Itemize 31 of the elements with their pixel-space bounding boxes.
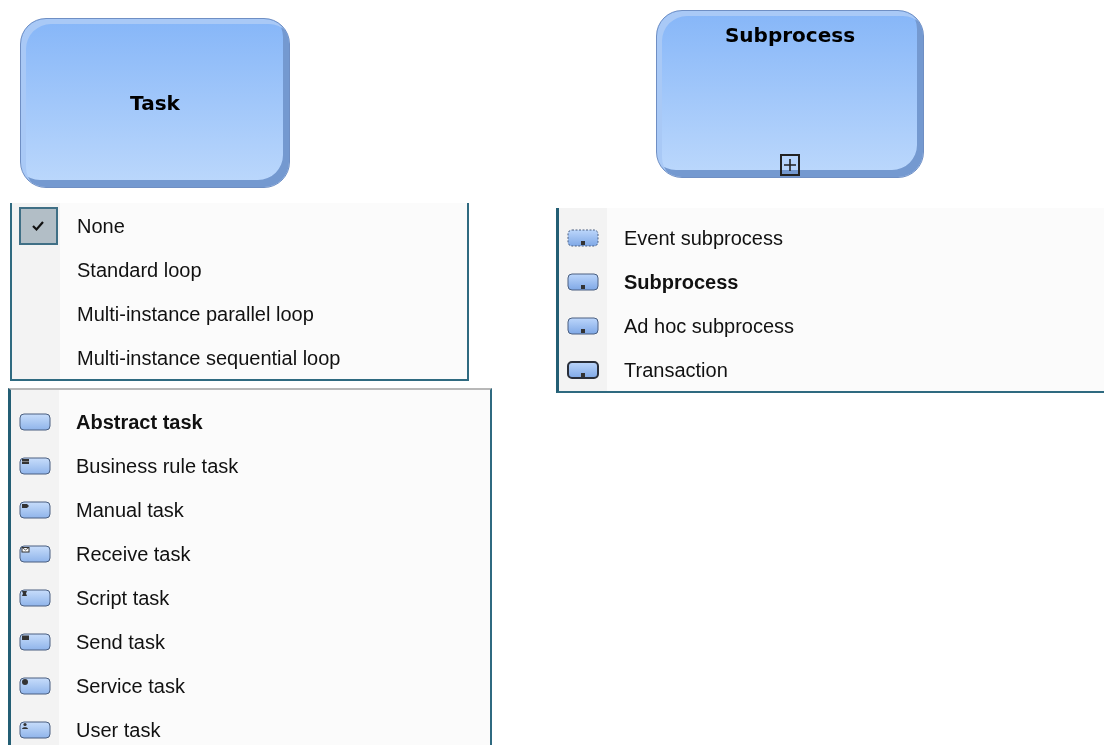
subprocess-shape-icon: [567, 229, 599, 247]
shape-label: Subprocess: [724, 23, 856, 47]
expand-marker-icon[interactable]: [780, 154, 800, 176]
menu-item[interactable]: None: [77, 214, 125, 238]
task-shape-icon: [19, 589, 51, 607]
task-shape-icon: [19, 545, 51, 563]
menu-item[interactable]: Multi-instance parallel loop: [77, 302, 314, 326]
task-shape-icon: [19, 457, 51, 475]
menu-item[interactable]: User task: [76, 718, 161, 742]
menu-item[interactable]: Event subprocess: [624, 226, 783, 250]
menu-item[interactable]: Multi-instance sequential loop: [77, 346, 341, 370]
menu-item[interactable]: Script task: [76, 586, 170, 610]
menu-item[interactable]: Transaction: [624, 358, 728, 382]
task-shape-icon: [19, 721, 51, 739]
menu-item[interactable]: Standard loop: [77, 258, 202, 282]
menu-item[interactable]: Service task: [76, 674, 185, 698]
task-shape-icon: [19, 677, 51, 695]
subprocess-shape-icon: [567, 273, 599, 291]
subprocess-shape-icon: [567, 317, 599, 335]
menu-item[interactable]: Ad hoc subprocess: [624, 314, 795, 338]
task-shape-icon: [19, 413, 51, 431]
subprocess-shape-icon: [567, 361, 599, 379]
menu-item[interactable]: Receive task: [76, 542, 191, 566]
menu-item[interactable]: Subprocess: [624, 270, 739, 294]
task-shape-icon: [19, 501, 51, 519]
shape-label: Task: [130, 91, 180, 115]
menu-item[interactable]: Business rule task: [76, 454, 239, 478]
menu-item[interactable]: Abstract task: [76, 410, 203, 434]
menu-item[interactable]: Manual task: [76, 498, 184, 522]
menu-item[interactable]: Send task: [76, 630, 165, 654]
task-shape-icon: [19, 633, 51, 651]
